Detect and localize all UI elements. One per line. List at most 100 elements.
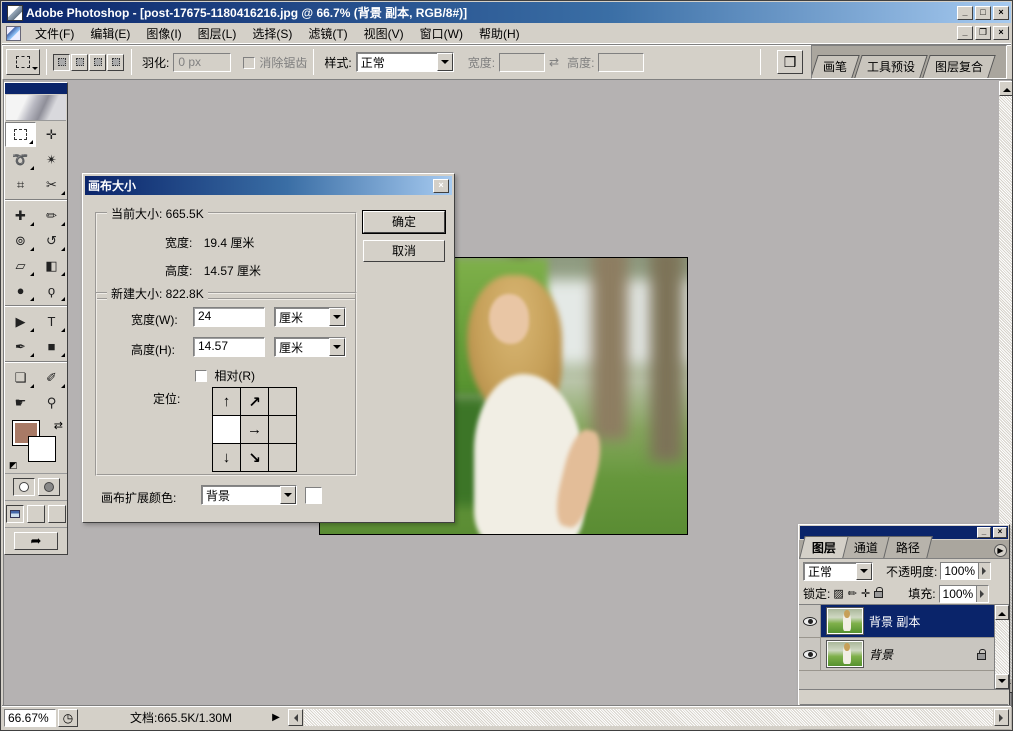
zoom-level-input[interactable]: 66.67% bbox=[4, 709, 56, 727]
anchor-top-right[interactable] bbox=[268, 387, 297, 416]
opacity-field[interactable]: 100% bbox=[940, 562, 991, 580]
doc-restore-button[interactable]: ❐ bbox=[975, 26, 991, 40]
tab-layers[interactable]: 图层 bbox=[799, 536, 849, 558]
layer-row-background[interactable]: 背景 bbox=[799, 638, 994, 671]
active-tool-preview[interactable] bbox=[6, 49, 40, 75]
palette-minimize-button[interactable]: _ bbox=[977, 527, 991, 538]
panel-menu-button[interactable]: ▶ bbox=[994, 544, 1007, 557]
anchor-middle-left-selected[interactable] bbox=[212, 415, 241, 444]
visibility-toggle[interactable] bbox=[799, 605, 821, 637]
tool-eyedropper[interactable]: ✐ bbox=[36, 365, 67, 390]
close-button[interactable]: × bbox=[993, 6, 1009, 20]
tab-paths[interactable]: 路径 bbox=[883, 536, 933, 558]
default-colors-icon[interactable]: ◩ bbox=[9, 460, 18, 471]
tool-dodge[interactable]: ϙ bbox=[36, 278, 67, 303]
dialog-close-button[interactable]: × bbox=[433, 179, 449, 193]
new-height-input[interactable]: 14.57 bbox=[193, 337, 265, 357]
screen-mode-full-menubar-button[interactable] bbox=[27, 505, 45, 523]
feather-input[interactable]: 0 px bbox=[173, 53, 231, 72]
tool-brush[interactable]: ✏ bbox=[36, 203, 67, 228]
anchor-bottom-right[interactable] bbox=[268, 443, 297, 472]
ok-button[interactable]: 确定 bbox=[363, 211, 445, 233]
chevron-down-icon[interactable] bbox=[329, 338, 345, 356]
menu-layer[interactable]: 图层(L) bbox=[190, 23, 245, 44]
anchor-top-left[interactable]: ↑ bbox=[212, 387, 241, 416]
screen-mode-standard-button[interactable] bbox=[6, 505, 24, 523]
lock-position-icon[interactable]: ✛ bbox=[861, 587, 870, 600]
anchor-middle-right[interactable] bbox=[268, 415, 297, 444]
menu-edit[interactable]: 编辑(E) bbox=[82, 23, 138, 44]
toolbox-titlebar[interactable] bbox=[5, 83, 67, 94]
maximize-button[interactable]: □ bbox=[975, 6, 991, 20]
tool-type[interactable]: T bbox=[36, 309, 67, 334]
menu-help[interactable]: 帮助(H) bbox=[471, 23, 528, 44]
tool-notes[interactable]: ❏ bbox=[5, 365, 36, 390]
file-browser-button[interactable]: ❒ bbox=[777, 50, 803, 74]
tool-lasso[interactable]: ➰ bbox=[5, 147, 36, 172]
tab-tool-presets[interactable]: 工具预设 bbox=[854, 55, 927, 78]
quick-mask-button[interactable] bbox=[38, 478, 60, 496]
fill-field[interactable]: 100% bbox=[939, 585, 990, 603]
anchor-top-center[interactable]: ↗ bbox=[240, 387, 269, 416]
layer-name[interactable]: 背景 副本 bbox=[869, 613, 994, 630]
scroll-left-button[interactable] bbox=[288, 709, 303, 726]
ext-color-select[interactable]: 背景 bbox=[201, 485, 297, 505]
anchor-bottom-left[interactable]: ↓ bbox=[212, 443, 241, 472]
scroll-up-button[interactable] bbox=[999, 81, 1013, 96]
layer-row-background-copy[interactable]: 背景 副本 bbox=[799, 605, 994, 638]
chevron-down-icon[interactable] bbox=[329, 308, 345, 326]
lock-all-icon[interactable] bbox=[874, 591, 883, 598]
lock-transparency-icon[interactable]: ▨ bbox=[833, 587, 843, 600]
visibility-toggle[interactable] bbox=[799, 638, 821, 670]
tool-path-select[interactable]: ▶ bbox=[5, 309, 36, 334]
anchor-middle-center[interactable]: → bbox=[240, 415, 269, 444]
standard-mode-button[interactable] bbox=[13, 478, 35, 496]
tool-clone-stamp[interactable]: ⊚ bbox=[5, 228, 36, 253]
selection-new-button[interactable] bbox=[53, 54, 70, 71]
antialias-checkbox[interactable] bbox=[243, 57, 255, 69]
tool-slice[interactable]: ✂ bbox=[36, 172, 67, 197]
tool-healing-brush[interactable]: ✚ bbox=[5, 203, 36, 228]
width-unit-select[interactable]: 厘米 bbox=[274, 307, 346, 327]
lock-paint-icon[interactable]: ✏ bbox=[848, 587, 857, 600]
fill-slider-arrow[interactable] bbox=[976, 586, 988, 602]
menu-select[interactable]: 选择(S) bbox=[244, 23, 300, 44]
scroll-down-button[interactable] bbox=[995, 674, 1009, 689]
tool-history-brush[interactable]: ↺ bbox=[36, 228, 67, 253]
dialog-titlebar[interactable]: 画布大小 × bbox=[85, 176, 452, 195]
status-flyout-icon[interactable]: ▶ bbox=[272, 712, 280, 723]
tool-magic-wand[interactable]: ✴ bbox=[36, 147, 67, 172]
tool-eraser[interactable]: ▱ bbox=[5, 253, 36, 278]
menu-file[interactable]: 文件(F) bbox=[27, 23, 82, 44]
chevron-down-icon[interactable] bbox=[280, 486, 296, 504]
new-width-input[interactable]: 24 bbox=[193, 307, 265, 327]
tool-crop[interactable]: ⌗ bbox=[5, 172, 36, 197]
tool-pen[interactable]: ✒ bbox=[5, 334, 36, 359]
opacity-slider-arrow[interactable] bbox=[978, 563, 990, 579]
relative-checkbox[interactable] bbox=[195, 370, 207, 382]
scroll-up-button[interactable] bbox=[995, 605, 1009, 620]
cancel-button[interactable]: 取消 bbox=[363, 240, 445, 262]
tab-layer-comps[interactable]: 图层复合 bbox=[922, 55, 995, 78]
tool-shape[interactable]: ■ bbox=[36, 334, 67, 359]
layer-thumbnail[interactable] bbox=[827, 641, 863, 667]
ext-color-swatch[interactable] bbox=[305, 487, 322, 504]
minimize-button[interactable]: _ bbox=[957, 6, 973, 20]
tool-gradient[interactable]: ◧ bbox=[36, 253, 67, 278]
menu-view[interactable]: 视图(V) bbox=[356, 23, 412, 44]
width-input[interactable] bbox=[499, 53, 545, 72]
status-clock-icon[interactable]: ◷ bbox=[58, 709, 78, 727]
menu-filter[interactable]: 滤镜(T) bbox=[300, 23, 355, 44]
doc-close-button[interactable]: × bbox=[993, 26, 1009, 40]
tool-rect-marquee[interactable] bbox=[5, 122, 36, 147]
tool-move[interactable]: ✛ bbox=[36, 122, 67, 147]
photoshop-feather-logo[interactable] bbox=[6, 95, 66, 121]
horizontal-scrollbar[interactable] bbox=[288, 708, 1009, 727]
layer-name[interactable]: 背景 bbox=[869, 646, 977, 663]
background-color-swatch[interactable] bbox=[29, 437, 55, 461]
menu-image[interactable]: 图像(I) bbox=[138, 23, 189, 44]
anchor-bottom-center[interactable]: ↘ bbox=[240, 443, 269, 472]
layer-thumbnail[interactable] bbox=[827, 608, 863, 634]
tool-blur[interactable]: ● bbox=[5, 278, 36, 303]
edit-in-imageready-button[interactable]: ➦ bbox=[14, 532, 58, 550]
